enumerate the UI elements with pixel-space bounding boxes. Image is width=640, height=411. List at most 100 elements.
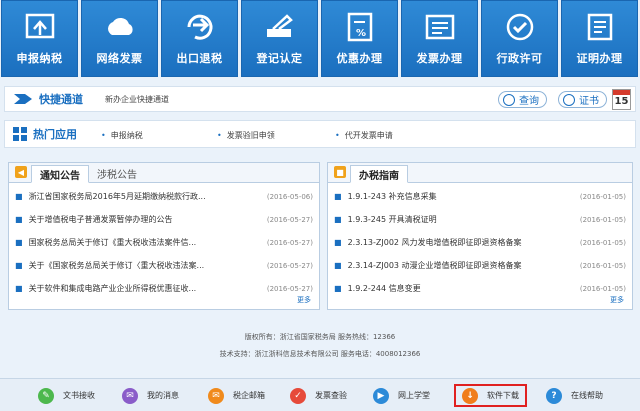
calendar-day: 15 (614, 96, 629, 107)
notice-list: ■ 浙江省国家税务局2016年5月延期缴纳税款行政... (2016-05-06) … (9, 183, 319, 300)
online-school-button[interactable]: ▶ 网上学堂 (373, 384, 430, 407)
tile-label: 登记认定 (256, 52, 303, 65)
list-item[interactable]: ■ 2.3.14-ZJ003 动漫企业增值税即征即退资格备案 (2016-01-05… (334, 254, 626, 277)
item-title: 关于《国家税务总局关于修订〈重大税收违法案... (28, 261, 205, 270)
item-date: (2016-01-05) (579, 192, 626, 201)
certificate-button[interactable]: 证书 (558, 91, 607, 108)
list-item[interactable]: ■ 2.3.13-ZJ002 风力发电增值税即征即退资格备案 (2016-01-05… (334, 231, 626, 254)
quick-channel-bar: 快捷通道 新办企业快捷通道 查询 证书 15 (4, 86, 636, 112)
tile-discount[interactable]: % 优惠办理 (321, 0, 398, 77)
hot-item-invoice-old[interactable]: 发票验旧申领 (217, 130, 275, 141)
hot-item-issue-invoice[interactable]: 代开发票申请 (335, 130, 393, 141)
tile-label: 申报纳税 (16, 52, 63, 65)
quick-channel-title: 快捷通道 (39, 93, 83, 106)
invoice-icon (423, 12, 457, 42)
bottom-label: 软件下载 (487, 391, 519, 400)
online-help-button[interactable]: ? 在线帮助 (546, 384, 603, 407)
grid-icon (13, 127, 27, 141)
item-title: 1.9.3-245 开具清税证明 (347, 215, 437, 224)
bullet-icon: ■ (15, 215, 23, 224)
discount-icon: % (343, 12, 377, 42)
bottom-label: 文书接收 (63, 391, 95, 400)
tile-export-refund[interactable]: 出口退税 (161, 0, 238, 77)
mail-icon: ✉ (208, 387, 224, 404)
item-title: 2.3.13-ZJ002 风力发电增值税即征即退资格备案 (347, 238, 522, 247)
tile-declare-tax[interactable]: 申报纳税 (1, 0, 78, 77)
bottom-label: 发票查验 (315, 391, 347, 400)
item-date: (2016-01-05) (579, 215, 626, 224)
hot-item-declare[interactable]: 申报纳税 (101, 130, 143, 141)
export-refund-icon (183, 12, 217, 42)
list-item[interactable]: ■ 关于增值税电子普通发票暂停办理的公告 (2016-05-27) (15, 208, 313, 231)
invoice-check-button[interactable]: ✓ 发票查验 (290, 384, 347, 407)
hot-apps-bar: 热门应用 申报纳税 发票验旧申领 代开发票申请 (4, 120, 636, 148)
top-menu-tiles: 申报纳税 网络发票 出口退税 登记认定 % 优惠办理 发票办理 行政许可 证明办… (0, 0, 640, 80)
tile-network-invoice[interactable]: 网络发票 (81, 0, 158, 77)
bullet-icon: ■ (334, 238, 342, 247)
arrow-right-icon (14, 94, 32, 104)
item-title: 关于增值税电子普通发票暂停办理的公告 (28, 215, 173, 224)
bottom-label: 网上学堂 (398, 391, 430, 400)
item-date: (2016-05-27) (266, 284, 313, 293)
tab-guide[interactable]: 办税指南 (350, 165, 408, 183)
list-item[interactable]: ■ 关于软件和集成电路产业企业所得税优惠征收... (2016-05-27) (15, 277, 313, 300)
tile-certificate[interactable]: 证明办理 (561, 0, 638, 77)
certificate-icon (583, 12, 617, 42)
list-item[interactable]: ■ 浙江省国家税务局2016年5月延期缴纳税款行政... (2016-05-06) (15, 185, 313, 208)
list-item[interactable]: ■ 1.9.2-244 信息变更 (2016-01-05) (334, 277, 626, 300)
guide-tabs: ■ 办税指南 (328, 163, 632, 183)
online-school-icon: ▶ (373, 387, 389, 404)
cloud-invoice-icon (103, 12, 137, 42)
item-title: 1.9.2-244 信息变更 (347, 284, 421, 293)
my-messages-button[interactable]: ✉ 我的消息 (122, 384, 179, 407)
list-item[interactable]: ■ 1.9.1-243 补充信息采集 (2016-01-05) (334, 185, 626, 208)
bullet-icon: ■ (334, 215, 342, 224)
register-icon (263, 12, 297, 42)
tile-label: 优惠办理 (336, 52, 383, 65)
svg-text:%: % (356, 28, 366, 39)
invoice-check-icon: ✓ (290, 387, 306, 404)
bottom-toolbar: ✎ 文书接收 ✉ 我的消息 ✉ 税企邮箱 ✓ 发票查验 ▶ 网上学堂 ↓ 软件下… (0, 378, 640, 411)
query-button[interactable]: 查询 (498, 91, 547, 108)
item-title: 1.9.1-243 补充信息采集 (347, 192, 437, 201)
item-title: 浙江省国家税务局2016年5月延期缴纳税款行政... (28, 192, 206, 201)
bullet-icon: ■ (15, 261, 23, 270)
new-enterprise-link[interactable]: 新办企业快捷通道 (105, 94, 169, 105)
bullet-icon: ■ (334, 284, 342, 293)
item-title: 关于软件和集成电路产业企业所得税优惠征收... (28, 284, 197, 293)
search-icon (503, 93, 515, 106)
document-receive-icon: ✎ (38, 387, 54, 404)
item-date: (2016-01-05) (579, 238, 626, 247)
guide-more-link[interactable]: 更多 (610, 295, 624, 305)
tab-notice[interactable]: 通知公告 (31, 165, 89, 183)
guide-panel: ■ 办税指南 ■ 1.9.1-243 补充信息采集 (2016-01-05) ■ 1.… (327, 162, 633, 310)
tile-label: 证明办理 (576, 52, 623, 65)
tile-registration[interactable]: 登记认定 (241, 0, 318, 77)
list-item[interactable]: ■ 国家税务总局关于修订《重大税收违法案件信... (2016-05-27) (15, 231, 313, 254)
item-date: (2016-01-05) (579, 284, 626, 293)
bottom-label: 我的消息 (147, 391, 179, 400)
declare-tax-icon (23, 12, 57, 42)
tile-label: 发票办理 (416, 52, 463, 65)
item-date: (2016-05-27) (266, 261, 313, 270)
tax-mailbox-button[interactable]: ✉ 税企邮箱 (208, 384, 265, 407)
prev-arrow-icon[interactable]: ◀ (15, 166, 27, 178)
item-title: 2.3.14-ZJ003 动漫企业增值税即征即退资格备案 (347, 261, 522, 270)
bullet-icon: ■ (15, 238, 23, 247)
tile-invoice[interactable]: 发票办理 (401, 0, 478, 77)
notice-tabs: ◀ 通知公告 涉税公告 (9, 163, 319, 183)
message-icon: ✉ (122, 387, 138, 404)
item-date: (2016-05-06) (266, 192, 313, 201)
bullet-icon: ■ (15, 192, 23, 201)
notice-more-link[interactable]: 更多 (297, 295, 311, 305)
list-item[interactable]: ■ 关于《国家税务总局关于修订〈重大税收违法案... (2016-05-27) (15, 254, 313, 277)
list-item[interactable]: ■ 1.9.3-245 开具清税证明 (2016-01-05) (334, 208, 626, 231)
document-receive-button[interactable]: ✎ 文书接收 (38, 384, 95, 407)
calendar-icon[interactable]: 15 (612, 89, 631, 110)
tab-tax-notice[interactable]: 涉税公告 (89, 164, 145, 182)
software-download-button[interactable]: ↓ 软件下载 (454, 384, 527, 407)
bullet-icon: ■ (334, 261, 342, 270)
guide-square-icon: ■ (334, 166, 346, 178)
tile-admin-permit[interactable]: 行政许可 (481, 0, 558, 77)
item-date: (2016-05-27) (266, 215, 313, 224)
